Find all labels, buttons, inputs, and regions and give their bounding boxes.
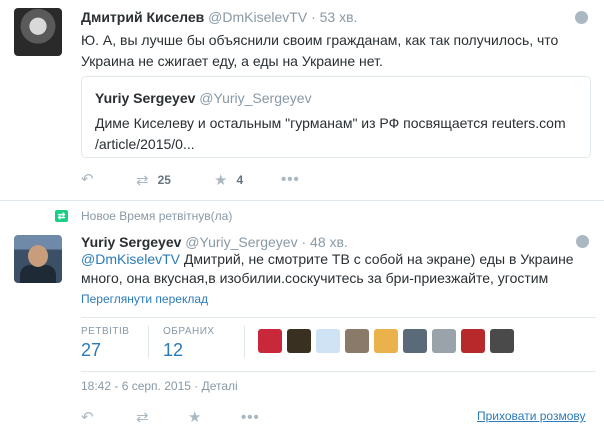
tweet-time[interactable]: 53 хв. (320, 9, 358, 25)
retweets-label: РЕТВІТІВ (81, 326, 130, 337)
favoriter-avatar[interactable] (316, 329, 340, 353)
tweet-text: @DmKiselevTV Дмитрий, не смотрите ТВ с с… (81, 250, 596, 288)
separator-dot: · (311, 9, 316, 25)
avatar[interactable] (14, 8, 62, 56)
favoriter-avatar[interactable] (287, 329, 311, 353)
quoted-author-handle: @Yuriy_Sergeyev (199, 90, 312, 106)
favorite-count: 4 (236, 173, 244, 187)
retweet-icon: ⇄ (136, 172, 149, 189)
quoted-tweet-text: Диме Киселеву и остальным "гурманам" из … (95, 115, 566, 152)
favorites-stat[interactable]: ОБРАНИХ 12 (163, 326, 215, 361)
translate-link[interactable]: Переглянути переклад (81, 292, 208, 306)
author-name[interactable]: Yuriy Sergeyev (81, 234, 181, 250)
favorites-value: 12 (163, 340, 184, 360)
divider (81, 317, 596, 318)
quoted-tweet-header: Yuriy Sergeyev @Yuriy_Sergeyev (95, 90, 312, 106)
divider (81, 371, 596, 372)
avatar-suit (20, 265, 56, 283)
quoted-tweet[interactable]: Yuriy Sergeyev @Yuriy_Sergeyev Диме Кисе… (81, 76, 591, 158)
separator-dot: · (301, 234, 307, 250)
favoriter-avatar[interactable] (374, 329, 398, 353)
author-handle[interactable]: @Yuriy_Sergeyev (185, 234, 297, 250)
tweet-header: Yuriy Sergeyev @Yuriy_Sergeyev · 48 хв. (81, 234, 348, 250)
avatar-face (28, 245, 48, 267)
favorite-button[interactable]: ★ 4 (214, 171, 243, 190)
retweet-button[interactable]: ⇄ 25 (136, 171, 171, 190)
retweet-icon[interactable]: ⇄ (136, 409, 149, 427)
author-name[interactable]: Дмитрий Киселев (81, 9, 204, 25)
star-icon[interactable]: ★ (188, 409, 201, 427)
globe-icon (576, 235, 589, 248)
favoriter-avatar[interactable] (432, 329, 456, 353)
divider (148, 326, 149, 358)
favorites-label: ОБРАНИХ (163, 326, 215, 337)
retweets-value: 27 (81, 340, 102, 360)
globe-icon (575, 11, 588, 24)
favoriter-avatar[interactable] (403, 329, 427, 353)
tweet-datetime[interactable]: 18:42 - 6 серп. 2015 · Деталі (81, 379, 238, 393)
favoriter-avatar[interactable] (490, 329, 514, 353)
reply-icon[interactable]: ↶ (81, 171, 94, 189)
tweet-reply[interactable]: ⇄ Новое Время ретвітнув(ла) Yuriy Sergey… (0, 201, 604, 438)
star-icon: ★ (214, 172, 228, 189)
more-icon[interactable]: ••• (281, 171, 300, 189)
retweets-stat[interactable]: РЕТВІТІВ 27 (81, 326, 129, 361)
hide-conversation-link[interactable]: Приховати розмову (477, 409, 585, 423)
quoted-author-name: Yuriy Sergeyev (95, 90, 196, 106)
mention-link[interactable]: @DmKiselevTV (81, 251, 180, 267)
author-handle[interactable]: @DmKiselevTV (208, 9, 307, 25)
favoriter-avatar[interactable] (345, 329, 369, 353)
reply-icon[interactable]: ↶ (81, 409, 94, 427)
tweet-header: Дмитрий Киселев @DmKiselevTV · 53 хв. (81, 9, 357, 25)
retweet-count: 25 (157, 173, 171, 187)
favoriter-avatar[interactable] (258, 329, 282, 353)
tweet-time[interactable]: 48 хв. (310, 234, 348, 250)
divider (244, 326, 245, 358)
favoriter-avatar[interactable] (461, 329, 485, 353)
tweet-text: Ю. А, вы лучше бы объяснили своим гражда… (81, 32, 559, 69)
avatar[interactable] (14, 235, 62, 283)
retweet-context[interactable]: Новое Время ретвітнув(ла) (81, 209, 232, 223)
retweet-context-icon: ⇄ (55, 210, 68, 222)
more-icon[interactable]: ••• (241, 409, 260, 427)
tweet-original[interactable]: Дмитрий Киселев @DmKiselevTV · 53 хв. Ю.… (0, 0, 604, 200)
